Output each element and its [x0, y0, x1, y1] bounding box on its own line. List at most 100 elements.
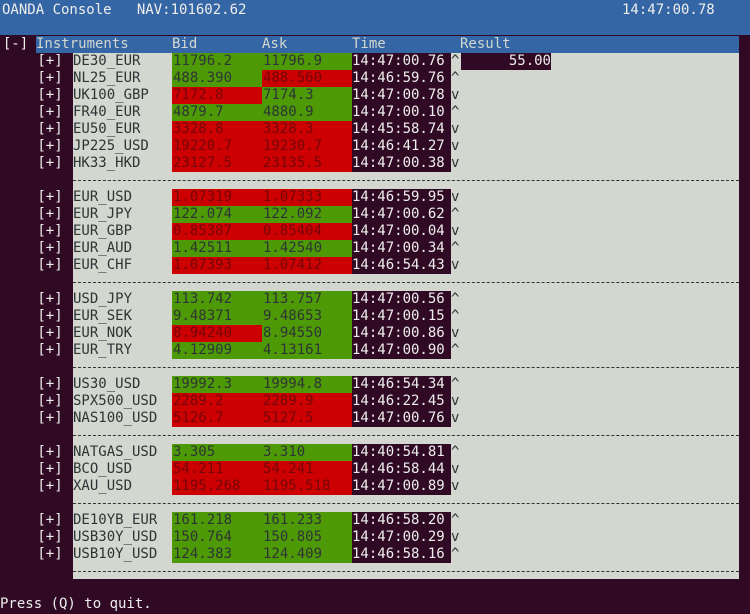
expand-button[interactable]: [+]	[36, 529, 64, 546]
expand-button[interactable]: [+]	[36, 342, 64, 359]
quote-time: 14:46:54.34	[352, 376, 451, 393]
expand-button[interactable]: [+]	[36, 376, 64, 393]
expand-button[interactable]: [+]	[36, 70, 64, 87]
expand-button[interactable]: [+]	[36, 138, 64, 155]
bid-price: 4.12909	[172, 342, 263, 359]
result-value: 55.00	[461, 53, 551, 70]
instrument-row[interactable]: [+] USB10Y_USD 124.383 124.409 14:46:58.16 ^	[0, 546, 750, 563]
instrument-name: USB30Y_USD	[73, 529, 158, 545]
instrument-row[interactable]: [+] FR40_EUR 4879.7 4880.9 14:47:00.10 ^	[0, 104, 750, 121]
bid-price: 3328.8	[172, 121, 263, 138]
ask-price: 0.85404	[262, 223, 353, 240]
header-result[interactable]: Result	[460, 36, 511, 53]
instrument-name: UK100_GBP	[73, 87, 149, 103]
expand-button[interactable]: [+]	[36, 291, 64, 308]
instrument-row[interactable]: [+] EUR_SEK 9.48371 9.48653 14:47:00.15 ^	[0, 308, 750, 325]
instrument-row[interactable]: [+] USD_JPY 113.742 113.757 14:47:00.56 ^	[0, 291, 750, 308]
instrument-row[interactable]: [+] EUR_NOK 8.94240 8.94550 14:47:00.86 v	[0, 325, 750, 342]
ask-price: 8.94550	[262, 325, 353, 342]
instrument-name: EUR_JPY	[73, 206, 133, 222]
bid-price: 3.305	[172, 444, 263, 461]
instrument-row[interactable]: [+] EUR_GBP 0.85387 0.85404 14:47:00.04 v	[0, 223, 750, 240]
expand-button[interactable]: [+]	[36, 461, 64, 478]
instrument-name: EU50_EUR	[73, 121, 141, 137]
instrument-row[interactable]: [+] USB30Y_USD 150.764 150.805 14:47:00.29 v	[0, 529, 750, 546]
direction-indicator: v	[451, 461, 460, 477]
instrument-row[interactable]: [+] DE30_EUR 11796.2 11796.9 14:47:00.76 ^ 55.…	[0, 53, 750, 70]
instrument-row[interactable]: [+] SPX500_USD 2289.2 2289.9 14:46:22.45 v	[0, 393, 750, 410]
instrument-name: NL25_EUR	[73, 70, 141, 86]
expand-button[interactable]: [+]	[36, 53, 64, 70]
instrument-row[interactable]: [+] XAU_USD 1195.268 1195.518 14:47:00.89 v	[0, 478, 750, 495]
expand-button[interactable]: [+]	[36, 546, 64, 563]
expand-button[interactable]: [+]	[36, 240, 64, 257]
expand-button[interactable]: [+]	[36, 155, 64, 172]
instrument-name: EUR_CHF	[73, 257, 133, 273]
direction-indicator: ^	[451, 308, 460, 324]
expand-button[interactable]: [+]	[36, 87, 64, 104]
quote-time: 14:47:00.10	[352, 104, 451, 121]
expand-button[interactable]: [+]	[36, 308, 64, 325]
nav-value: NAV:101602.62	[136, 2, 247, 18]
expand-button[interactable]: [+]	[36, 444, 64, 461]
quote-time: 14:46:58.20	[352, 512, 451, 529]
quote-time: 14:47:00.76	[352, 53, 451, 70]
clock: 14:47:00.78	[622, 2, 715, 18]
quote-time: 14:46:22.45	[352, 393, 451, 410]
instrument-row[interactable]: [+] NATGAS_USD 3.305 3.310 14:40:54.81 ^	[0, 444, 750, 461]
instrument-row[interactable]: [+] JP225_USD 19220.7 19230.7 14:46:41.27 v	[0, 138, 750, 155]
ask-price: 1.42540	[262, 240, 353, 257]
ask-price: 9.48653	[262, 308, 353, 325]
ask-price: 113.757	[262, 291, 353, 308]
instrument-row[interactable]: [+] EUR_AUD 1.42511 1.42540 14:47:00.34 ^	[0, 240, 750, 257]
expand-button[interactable]: [+]	[36, 121, 64, 138]
direction-indicator: ^	[451, 53, 460, 69]
direction-indicator: v	[451, 410, 460, 426]
collapse-all-button[interactable]: [-]	[2, 36, 29, 53]
expand-button[interactable]: [+]	[36, 257, 64, 274]
expand-button[interactable]: [+]	[36, 393, 64, 410]
quote-time: 14:47:00.78	[352, 87, 451, 104]
direction-indicator: v	[451, 478, 460, 494]
direction-indicator: v	[451, 155, 460, 171]
header-ask[interactable]: Ask	[262, 36, 287, 53]
quote-time: 14:47:00.34	[352, 240, 451, 257]
ask-price: 124.409	[262, 546, 353, 563]
quote-time: 14:47:00.86	[352, 325, 451, 342]
instrument-name: XAU_USD	[73, 478, 133, 494]
instrument-row[interactable]: [+] EUR_USD 1.07319 1.07333 14:46:59.95 v	[0, 189, 750, 206]
expand-button[interactable]: [+]	[36, 189, 64, 206]
quote-time: 14:46:58.16	[352, 546, 451, 563]
bid-price: 7172.8	[172, 87, 263, 104]
group-separator	[73, 282, 739, 283]
bid-price: 23127.5	[172, 155, 263, 172]
header-time[interactable]: Time	[352, 36, 386, 53]
instrument-row[interactable]: [+] EUR_CHF 1.07393 1.07412 14:46:54.43 v	[0, 257, 750, 274]
expand-button[interactable]: [+]	[36, 104, 64, 121]
quit-hint: Press (Q) to quit.	[0, 596, 152, 612]
instrument-row[interactable]: [+] NAS100_USD 5126.7 5127.5 14:47:00.76 v	[0, 410, 750, 427]
app-title: OANDA Console NAV:101602.62	[2, 2, 246, 19]
expand-button[interactable]: [+]	[36, 512, 64, 529]
expand-button[interactable]: [+]	[36, 478, 64, 495]
expand-button[interactable]: [+]	[36, 410, 64, 427]
expand-button[interactable]: [+]	[36, 206, 64, 223]
instrument-row[interactable]: [+] DE10YB_EUR 161.218 161.233 14:46:58.20 ^	[0, 512, 750, 529]
bid-price: 11796.2	[172, 53, 263, 70]
instrument-row[interactable]: [+] HK33_HKD 23127.5 23135.5 14:47:00.38 v	[0, 155, 750, 172]
expand-button[interactable]: [+]	[36, 325, 64, 342]
instrument-name: NATGAS_USD	[73, 444, 158, 460]
instrument-row[interactable]: [+] EU50_EUR 3328.8 3328.3 14:45:58.74 v	[0, 121, 750, 138]
quote-time: 14:46:59.76	[352, 70, 451, 87]
quote-time: 14:47:00.56	[352, 291, 451, 308]
header-bid[interactable]: Bid	[172, 36, 197, 53]
instrument-row[interactable]: [+] EUR_JPY 122.074 122.092 14:47:00.62 ^	[0, 206, 750, 223]
instrument-row[interactable]: [+] BCO_USD 54.211 54.241 14:46:58.44 v	[0, 461, 750, 478]
instrument-row[interactable]: [+] EUR_TRY 4.12909 4.13161 14:47:00.90 ^	[0, 342, 750, 359]
instrument-row[interactable]: [+] UK100_GBP 7172.8 7174.3 14:47:00.78 v	[0, 87, 750, 104]
instrument-row[interactable]: [+] NL25_EUR 488.390 488.560 14:46:59.76 ^	[0, 70, 750, 87]
header-instruments[interactable]: Instruments	[36, 36, 129, 53]
bid-price: 1195.268	[172, 478, 263, 495]
instrument-row[interactable]: [+] US30_USD 19992.3 19994.8 14:46:54.34 ^	[0, 376, 750, 393]
expand-button[interactable]: [+]	[36, 223, 64, 240]
